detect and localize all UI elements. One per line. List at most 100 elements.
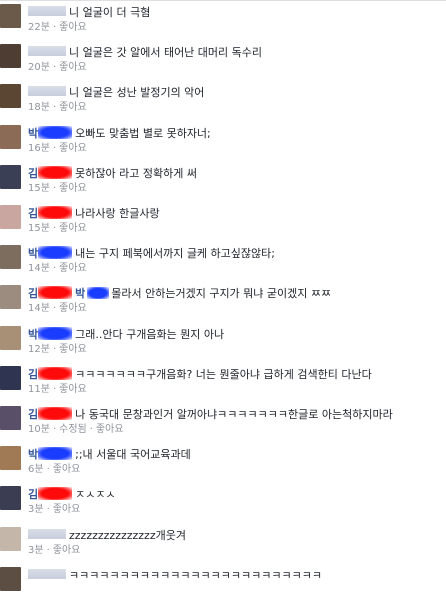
- redacted-name-mark: [38, 166, 73, 179]
- like-button[interactable]: 좋아요: [59, 102, 87, 113]
- avatar[interactable]: [0, 567, 21, 591]
- like-button[interactable]: 좋아요: [59, 344, 87, 355]
- comment-item: 김나 동국대 문창과인거 알꺼아냐ㅋㅋㅋㅋㅋㅋㅋ한글로 아는척하지마라 10분 · 수…: [0, 398, 446, 438]
- comment-timestamp[interactable]: 15분: [28, 223, 50, 234]
- comment-text: 오빠도 맞춤법 별로 못하자너;: [75, 127, 211, 140]
- avatar[interactable]: [0, 366, 21, 390]
- redacted-name-mark: [28, 6, 66, 16]
- redacted-name-mark: [38, 206, 73, 219]
- edited-label[interactable]: 수정됨: [59, 424, 87, 435]
- avatar[interactable]: [0, 486, 21, 510]
- author-name: 박: [28, 247, 39, 260]
- mention-link[interactable]: 박: [75, 287, 111, 300]
- like-button[interactable]: 좋아요: [53, 464, 81, 475]
- comment-text: 니 얼굴은 갓 알에서 태어난 대머리 독수리: [69, 46, 263, 59]
- comment-item: 니 얼굴이 더 극혐 22분 · 좋아요: [0, 0, 446, 36]
- like-button[interactable]: 좋아요: [59, 303, 87, 314]
- comment-text: 내는 구지 페북에서까지 글케 하고싶잖않타;: [75, 247, 275, 260]
- comment-timestamp[interactable]: 3분: [28, 545, 44, 556]
- comment-timestamp[interactable]: 18분: [28, 102, 50, 113]
- like-button[interactable]: 좋아요: [59, 263, 87, 274]
- comment-author[interactable]: 박: [28, 126, 75, 140]
- comment-author[interactable]: [28, 46, 69, 59]
- comment-meta: 3분 · 좋아요: [28, 544, 444, 557]
- comment-item: 박 ;;내 서울대 국어교육과데 6분 · 좋아요: [0, 438, 446, 478]
- meta-separator: ·: [52, 143, 57, 154]
- comment-timestamp[interactable]: 12분: [28, 344, 50, 355]
- comment-timestamp[interactable]: 15분: [28, 183, 50, 194]
- comment-text: ;;내 서울대 국어교육과데: [75, 448, 191, 461]
- comment-timestamp[interactable]: 10분: [28, 424, 50, 435]
- meta-separator: ·: [52, 223, 57, 234]
- redacted-name-mark: [28, 46, 66, 56]
- redacted-name-mark: [38, 126, 73, 139]
- like-button[interactable]: 좋아요: [59, 223, 87, 234]
- meta-separator: ·: [52, 344, 57, 355]
- avatar[interactable]: [0, 245, 21, 269]
- meta-separator: ·: [52, 384, 57, 395]
- comment-timestamp[interactable]: 6분: [28, 464, 44, 475]
- comment-item: 김 ㅈㅅㅈㅅ 3분 · 좋아요: [0, 478, 446, 518]
- comment-author[interactable]: 김: [28, 367, 75, 381]
- comment-timestamp[interactable]: 11분: [28, 384, 50, 395]
- redacted-name-mark: [38, 286, 73, 299]
- comment-meta: 22분 · 좋아요: [28, 21, 444, 34]
- comment-author[interactable]: 박: [28, 447, 75, 461]
- like-button[interactable]: 좋아요: [59, 22, 87, 33]
- like-button[interactable]: 좋아요: [59, 384, 87, 395]
- comment-meta: 12분 · 좋아요: [28, 343, 444, 356]
- like-button[interactable]: 좋아요: [53, 545, 81, 556]
- comment-author[interactable]: [28, 6, 69, 19]
- comment-author[interactable]: [28, 86, 69, 99]
- avatar[interactable]: [0, 446, 21, 470]
- like-button[interactable]: 좋아요: [59, 143, 87, 154]
- avatar[interactable]: [0, 285, 21, 309]
- comment-text: 니 얼굴은 성난 발정기의 악어: [69, 86, 205, 99]
- avatar[interactable]: [0, 84, 21, 108]
- avatar[interactable]: [0, 125, 21, 149]
- mention-name: 박: [75, 287, 86, 300]
- comment-timestamp[interactable]: 22분: [28, 22, 50, 33]
- comment-text: zzzzzzzzzzzzzzz개웃겨: [69, 529, 186, 542]
- avatar[interactable]: [0, 326, 21, 350]
- comment-timestamp[interactable]: 3분: [28, 504, 44, 515]
- comment-author[interactable]: 김: [28, 286, 75, 300]
- comment-item: 박 오빠도 맞춤법 별로 못하자너; 16분 · 좋아요: [0, 117, 446, 157]
- avatar[interactable]: [0, 44, 21, 68]
- meta-separator: ·: [46, 464, 50, 475]
- avatar[interactable]: [0, 527, 21, 551]
- comment-timestamp[interactable]: 20분: [28, 62, 50, 73]
- meta-separator: ·: [52, 303, 57, 314]
- comment-author[interactable]: 김: [28, 487, 75, 501]
- like-button[interactable]: 좋아요: [59, 62, 87, 73]
- avatar[interactable]: [0, 165, 21, 189]
- comment-author[interactable]: 김: [28, 407, 75, 421]
- comment-text: ㅋㅋㅋㅋㅋㅋㅋ구개음화? 너는 뭔줄아냐 급하게 검색한티 다난다: [75, 368, 372, 381]
- avatar[interactable]: [0, 4, 21, 28]
- avatar[interactable]: [0, 406, 21, 430]
- comment-timestamp[interactable]: 14분: [28, 303, 50, 314]
- comment-meta: 14분 · 좋아요: [28, 302, 444, 315]
- like-button[interactable]: 좋아요: [53, 504, 81, 515]
- comment-meta: 14분 · 좋아요: [28, 262, 444, 275]
- avatar[interactable]: [0, 205, 21, 229]
- comment-author[interactable]: 박: [28, 246, 75, 260]
- comment-timestamp[interactable]: 14분: [28, 263, 50, 274]
- comment-author[interactable]: 김: [28, 206, 75, 220]
- comment-author[interactable]: 김: [28, 166, 75, 180]
- author-name: 김: [28, 287, 39, 300]
- meta-separator: ·: [52, 183, 57, 194]
- meta-separator: ·: [52, 22, 57, 33]
- comment-meta: 20분 · 좋아요: [28, 61, 444, 74]
- like-button[interactable]: 좋아요: [96, 424, 124, 435]
- like-button[interactable]: 좋아요: [59, 183, 87, 194]
- comment-text: ㅈㅅㅈㅅ: [75, 488, 116, 501]
- comment-author[interactable]: [28, 569, 69, 582]
- meta-separator: ·: [46, 504, 50, 515]
- author-name: 박: [28, 127, 39, 140]
- comment-author[interactable]: 박: [28, 327, 75, 341]
- comment-text: 못하잖아 라고 정확하게 써: [75, 167, 197, 180]
- comment-timestamp[interactable]: 16분: [28, 143, 50, 154]
- comment-author[interactable]: [28, 529, 69, 542]
- redacted-name-mark: [28, 529, 66, 539]
